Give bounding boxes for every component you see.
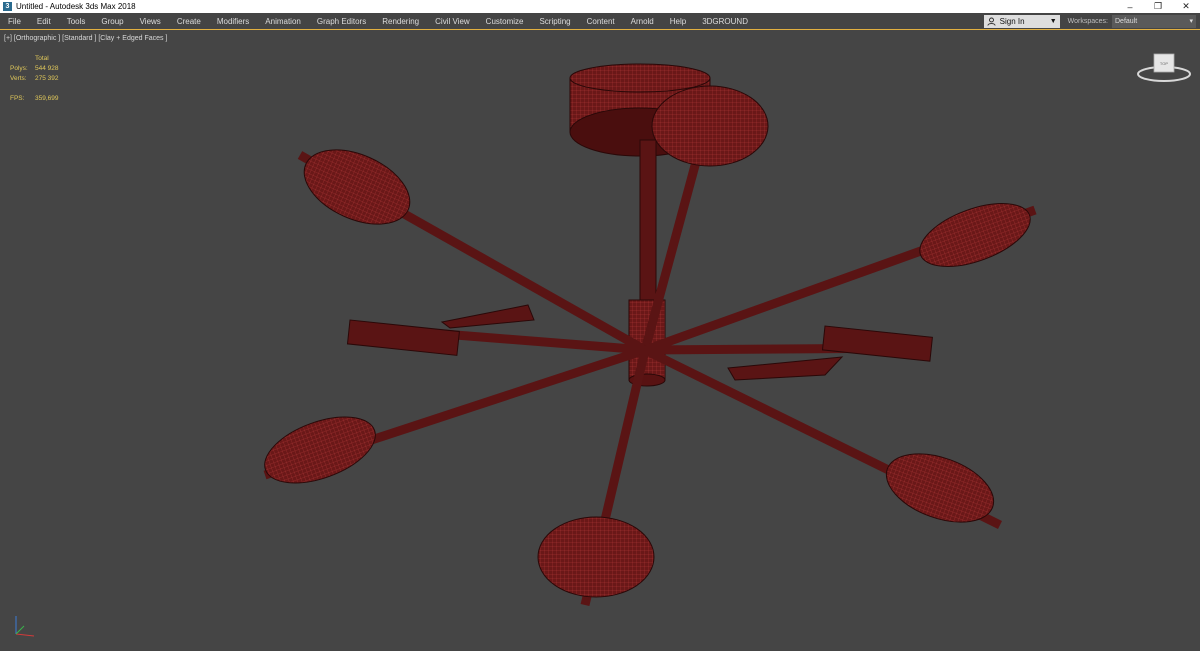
app-icon: 3	[3, 2, 12, 11]
menu-rendering[interactable]: Rendering	[374, 13, 427, 29]
viewport-statistics: Total Polys: 544 928 Verts: 275 392 FPS: 35…	[10, 54, 59, 104]
menu-group[interactable]: Group	[93, 13, 131, 29]
workspace-select[interactable]: Default ▾	[1112, 14, 1196, 28]
menu-content[interactable]: Content	[579, 13, 623, 29]
chevron-down-icon: ▾	[1189, 18, 1193, 25]
menu-modifiers[interactable]: Modifiers	[209, 13, 257, 29]
menu-graph-editors[interactable]: Graph Editors	[309, 13, 374, 29]
fps-label: FPS:	[10, 95, 25, 102]
menu-arnold[interactable]: Arnold	[623, 13, 662, 29]
fps-value: 359,699	[35, 95, 59, 102]
viewcube-label: TOP	[1160, 61, 1168, 66]
menu-file[interactable]: File	[0, 13, 29, 29]
perspective-viewport[interactable]: [+] [Orthographic ] [Standard ] [Clay + …	[0, 29, 1200, 650]
chandelier-model	[263, 63, 1037, 607]
viewport-label[interactable]: [+] [Orthographic ] [Standard ] [Clay + …	[4, 35, 167, 42]
menu-help[interactable]: Help	[662, 13, 694, 29]
viewcube-icon[interactable]: TOP	[1134, 50, 1194, 84]
menu-civil-view[interactable]: Civil View	[427, 13, 478, 29]
menu-bar: File Edit Tools Group Views Create Modif…	[0, 13, 1200, 29]
title-bar: 3 Untitled - Autodesk 3ds Max 2018 – ❐ ✕	[0, 0, 1200, 13]
sign-in-label: Sign In	[999, 16, 1025, 26]
restore-button[interactable]: ❐	[1144, 0, 1172, 13]
chevron-down-icon: ▼	[1049, 17, 1057, 25]
menu-tools[interactable]: Tools	[59, 13, 94, 29]
menu-3dground[interactable]: 3DGROUND	[694, 13, 756, 29]
minimize-button[interactable]: –	[1116, 0, 1144, 13]
menu-customize[interactable]: Customize	[478, 13, 532, 29]
close-button[interactable]: ✕	[1172, 0, 1200, 13]
verts-label: Verts:	[10, 75, 27, 82]
menu-views[interactable]: Views	[132, 13, 169, 29]
polys-label: Polys:	[10, 65, 28, 72]
menu-edit[interactable]: Edit	[29, 13, 59, 29]
stats-header: Total	[35, 55, 49, 62]
verts-value: 275 392	[35, 75, 59, 82]
menu-scripting[interactable]: Scripting	[531, 13, 578, 29]
axis-tripod-icon	[15, 616, 35, 637]
window-title: Untitled - Autodesk 3ds Max 2018	[16, 2, 136, 11]
polys-value: 544 928	[35, 65, 59, 72]
user-icon	[987, 17, 996, 26]
sign-in-dropdown[interactable]: Sign In ▼	[983, 14, 1060, 28]
menu-animation[interactable]: Animation	[257, 13, 309, 29]
workspace-value: Default	[1115, 17, 1138, 25]
menu-create[interactable]: Create	[169, 13, 209, 29]
workspaces-label: Workspaces:	[1067, 17, 1108, 25]
